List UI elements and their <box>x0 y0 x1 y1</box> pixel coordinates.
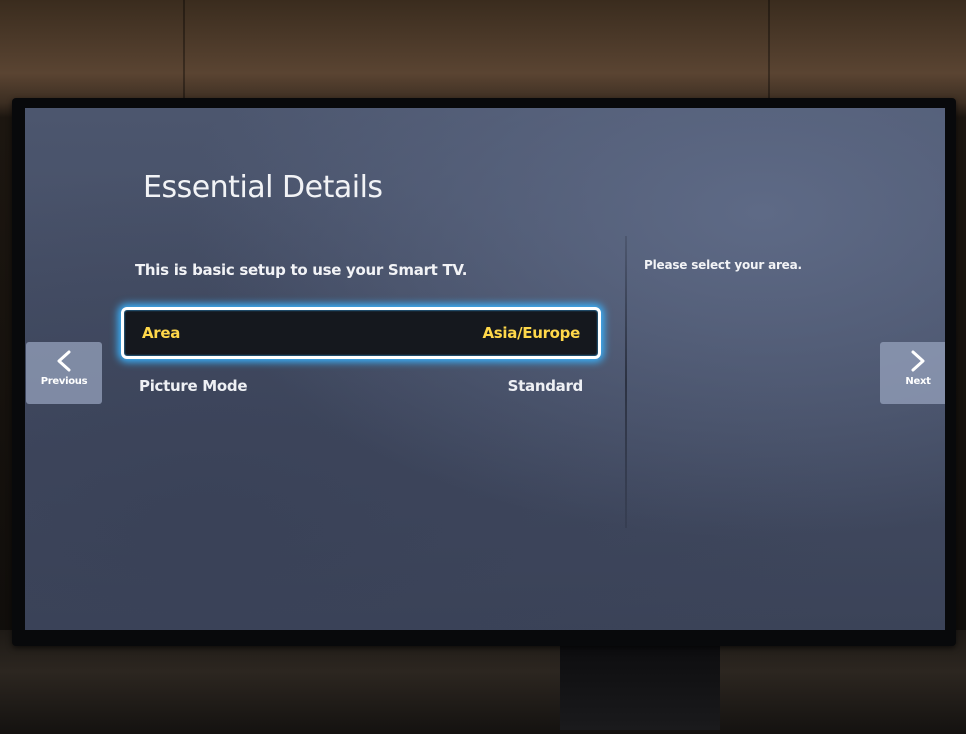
wall-seam <box>183 0 185 100</box>
setting-label: Area <box>142 324 181 342</box>
setup-description: This is basic setup to use your Smart TV… <box>135 261 468 279</box>
next-label: Next <box>905 376 931 387</box>
previous-button[interactable]: Previous <box>26 342 102 404</box>
setting-label: Picture Mode <box>139 377 248 395</box>
page-title: Essential Details <box>143 170 383 205</box>
setting-row-area[interactable]: Area Asia/Europe <box>121 307 601 359</box>
setting-row-picture-mode[interactable]: Picture Mode Standard <box>121 362 601 410</box>
photo-background: Essential Details This is basic setup to… <box>0 0 966 734</box>
tv-screen: Essential Details This is basic setup to… <box>25 108 945 630</box>
tv-stand <box>560 640 720 730</box>
panel-divider <box>625 236 627 528</box>
previous-label: Previous <box>40 376 88 387</box>
wall-seam <box>768 0 770 100</box>
chevron-left-icon <box>57 350 71 372</box>
help-text: Please select your area. <box>644 258 802 272</box>
setting-value: Standard <box>507 377 584 395</box>
setting-value: Asia/Europe <box>482 324 580 342</box>
chevron-right-icon <box>911 350 925 372</box>
next-button[interactable]: Next <box>880 342 945 404</box>
